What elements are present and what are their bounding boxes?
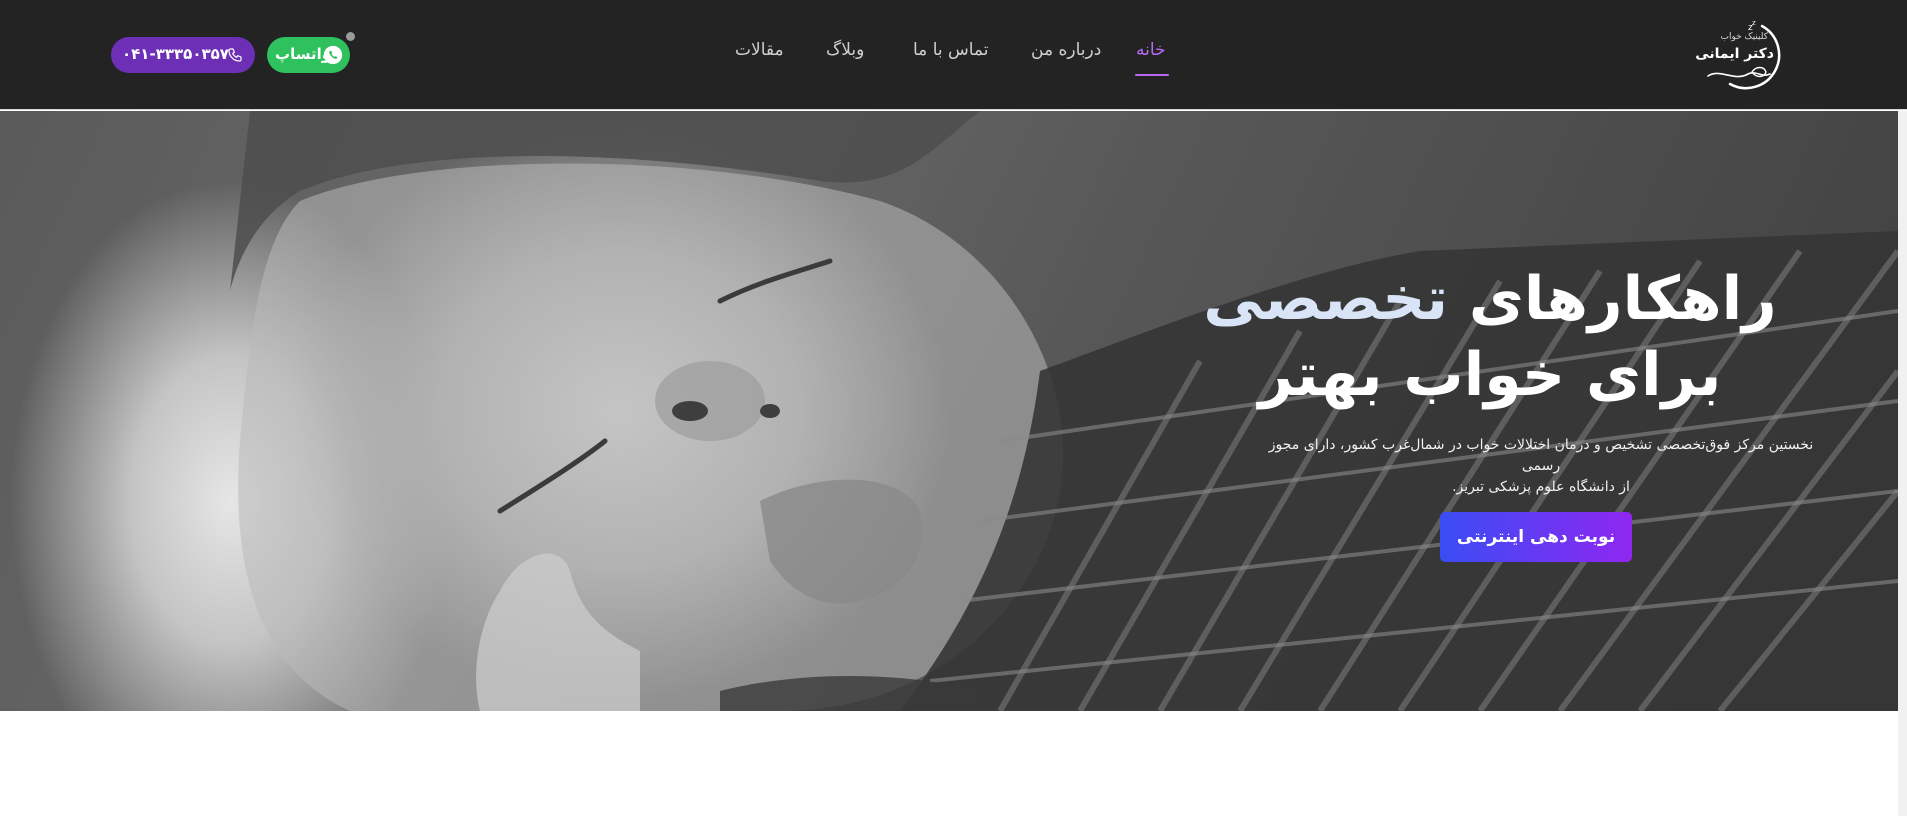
whatsapp-icon (322, 44, 344, 70)
page-scrollbar[interactable] (1898, 111, 1907, 816)
hero-title: راهکارهای تخصصی برای خواب بهتر (1190, 261, 1790, 413)
main-nav: خانه درباره من تماس با ما وبلاگ مقالات (720, 40, 1200, 80)
hero-description: نخستین مرکز فوق‌تخصصی تشخیص و درمان اختل… (1262, 435, 1820, 498)
clinic-logo[interactable]: z z کلینیک خواب دکتر ایمانی (1695, 18, 1796, 92)
whatsapp-button[interactable]: واتساپ (267, 37, 350, 73)
hero-title-line2: برای خواب بهتر (1258, 340, 1722, 410)
nav-item-contact[interactable]: تماس با ما (913, 40, 989, 60)
nav-item-about[interactable]: درباره من (1031, 40, 1101, 60)
logo-title: دکتر ایمانی (1695, 46, 1774, 62)
site-header: z z کلینیک خواب دکتر ایمانی خانه درباره … (0, 0, 1907, 110)
hero-description-line2: از دانشگاه علوم پزشکی تبریز. (1452, 479, 1630, 495)
hero-description-line1: نخستین مرکز فوق‌تخصصی تشخیص و درمان اختل… (1268, 437, 1814, 474)
phone-number: ۰۴۱-۳۳۳۵۰۳۵۷ (122, 45, 229, 63)
online-booking-button[interactable]: نوبت دهی اینترنتی (1440, 512, 1632, 562)
hero-section: راهکارهای تخصصی برای خواب بهتر نخستین مر… (0, 111, 1898, 711)
nav-item-articles[interactable]: مقالات (735, 40, 784, 60)
hero-title-accent: تخصصی (1203, 264, 1449, 334)
logo-subtitle: کلینیک خواب (1720, 32, 1768, 42)
nav-item-blog[interactable]: وبلاگ (826, 40, 864, 60)
svg-text:z: z (1752, 19, 1756, 27)
nav-active-indicator (1135, 74, 1169, 76)
nav-item-home[interactable]: خانه (1136, 40, 1166, 60)
hero-title-rest: راهکارهای (1468, 264, 1777, 334)
notification-dot (346, 32, 355, 41)
phone-button[interactable]: ۰۴۱-۳۳۳۵۰۳۵۷ (111, 37, 255, 73)
phone-icon (227, 47, 243, 67)
hero-title-line1: راهکارهای تخصصی (1190, 261, 1790, 337)
